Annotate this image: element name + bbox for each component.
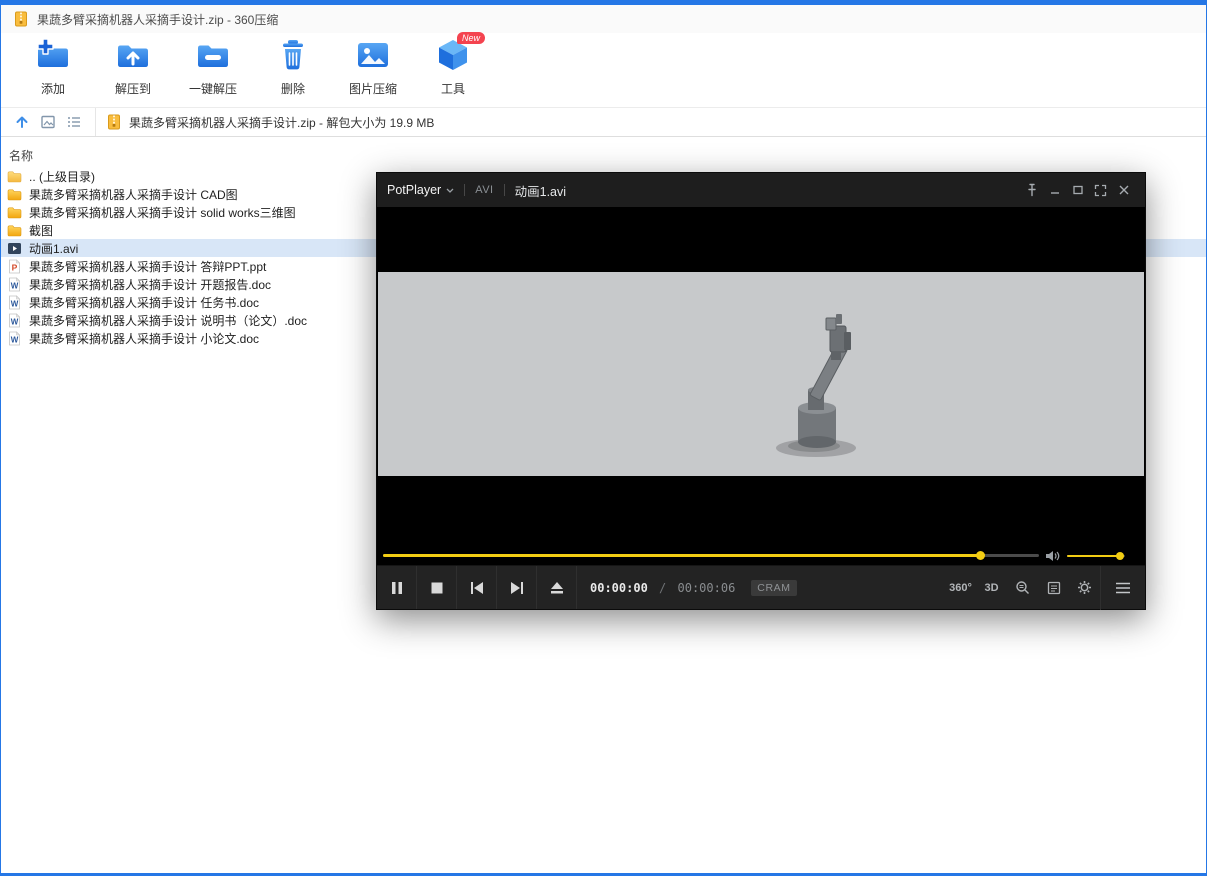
scene-search-icon[interactable] [1007, 566, 1038, 609]
folder-icon [7, 205, 22, 220]
extract-to-icon [115, 38, 151, 77]
pause-button[interactable] [377, 566, 417, 609]
avi-file-icon [7, 241, 22, 256]
image-compress-icon [355, 38, 391, 77]
vr-360-button[interactable]: 360° [945, 566, 976, 609]
list-view-button[interactable] [61, 110, 87, 134]
add-button[interactable]: 添加 [13, 33, 93, 97]
archive-path-text: 果蔬多臂采摘机器人采摘手设计.zip - 解包大小为 19.9 MB [129, 115, 435, 130]
video-frame [378, 272, 1144, 476]
thumbnail-view-button[interactable] [35, 110, 61, 134]
tool-label: 图片压缩 [348, 82, 397, 96]
player-titlebar[interactable]: PotPlayer AVI 动画1.avi [377, 173, 1145, 207]
tool-label: 一键解压 [188, 82, 237, 96]
app-window: 果蔬多臂采摘机器人采摘手设计.zip - 360压缩 添加 解压到 一键解压 删… [0, 0, 1207, 876]
potplayer-menu-button[interactable]: PotPlayer [387, 183, 454, 197]
svg-text:P: P [12, 262, 18, 272]
minimize-icon[interactable] [1043, 179, 1066, 202]
settings-gear-icon[interactable] [1069, 566, 1100, 609]
file-name: 果蔬多臂采摘机器人采摘手设计 说明书（论文）.doc [29, 313, 308, 328]
file-name: 动画1.avi [29, 241, 79, 256]
one-click-extract-icon [195, 38, 231, 77]
seek-row [377, 532, 1145, 565]
media-title: 动画1.avi [514, 184, 567, 199]
tool-label: 添加 [40, 82, 65, 96]
volume-bar[interactable] [1067, 551, 1125, 560]
robot-arm-model [776, 314, 856, 457]
delete-button[interactable]: 删除 [253, 33, 333, 97]
titlebar-divider [503, 184, 505, 196]
format-badge: AVI [475, 184, 494, 196]
video-area[interactable] [377, 207, 1145, 531]
seek-bar[interactable] [383, 551, 1039, 560]
always-on-top-pin-icon[interactable] [1020, 179, 1043, 202]
potplayer-window: PotPlayer AVI 动画1.avi 00:00:00 / 00:00:0… [376, 172, 1146, 610]
column-header-name[interactable]: 名称 [1, 145, 1206, 165]
hamburger-menu-icon[interactable] [1101, 566, 1145, 609]
svg-text:W: W [11, 317, 19, 326]
close-icon[interactable] [1112, 179, 1135, 202]
up-level-button[interactable] [9, 110, 35, 134]
file-name: 果蔬多臂采摘机器人采摘手设计 小论文.doc [29, 331, 260, 346]
main-toolbar: 添加 解压到 一键解压 删除 图片压缩 New 工具 [1, 32, 1206, 107]
playlist-icon[interactable] [1038, 566, 1069, 609]
player-window-buttons [1020, 179, 1135, 202]
doc-file-icon: W [7, 312, 22, 328]
time-current: 00:00:00 [590, 580, 648, 595]
player-right-controls: 360° 3D [945, 565, 1145, 610]
tool-label: 删除 [280, 82, 305, 96]
titlebar-divider [464, 184, 466, 196]
ppt-file-icon: P [7, 258, 22, 274]
volume-knob[interactable] [1116, 551, 1125, 560]
next-button[interactable] [497, 566, 537, 609]
doc-file-icon: W [7, 276, 22, 292]
add-folder-icon [35, 38, 71, 77]
player-controls: 00:00:00 / 00:00:06 CRAM 360° 3D [377, 565, 1145, 610]
file-name: .. (上级目录) [29, 169, 95, 184]
window-title: 果蔬多臂采摘机器人采摘手设计.zip - 360压缩 [37, 12, 279, 27]
codec-badge: CRAM [751, 579, 797, 596]
one-click-extract-button[interactable]: 一键解压 [173, 33, 253, 97]
maximize-icon[interactable] [1066, 179, 1089, 202]
doc-file-icon: W [7, 330, 22, 346]
playback-time: 00:00:00 / 00:00:06 [590, 581, 735, 595]
image-compress-button[interactable]: 图片压缩 [333, 33, 413, 97]
3d-button[interactable]: 3D [976, 566, 1007, 609]
tool-label: 工具 [440, 82, 465, 96]
file-name: 果蔬多臂采摘机器人采摘手设计 CAD图 [29, 187, 238, 202]
time-separator: / [659, 580, 667, 595]
extract-to-button[interactable]: 解压到 [93, 33, 173, 97]
address-bar: 果蔬多臂采摘机器人采摘手设计.zip - 解包大小为 19.9 MB [1, 107, 1206, 137]
stop-button[interactable] [417, 566, 457, 609]
fullscreen-icon[interactable] [1089, 179, 1112, 202]
app-titlebar[interactable]: 果蔬多臂采摘机器人采摘手设计.zip - 360压缩 [1, 5, 1206, 33]
folder-icon [7, 223, 22, 238]
svg-text:W: W [11, 281, 19, 290]
eject-button[interactable] [537, 566, 577, 609]
seek-bar-filled [383, 554, 980, 557]
chevron-down-icon [446, 188, 454, 193]
folder-up-icon [7, 169, 22, 184]
svg-text:W: W [11, 299, 19, 308]
folder-icon [7, 187, 22, 202]
file-name: 果蔬多臂采摘机器人采摘手设计 开题报告.doc [29, 277, 272, 292]
time-total: 00:00:06 [677, 580, 736, 595]
archive-path[interactable]: 果蔬多臂采摘机器人采摘手设计.zip - 解包大小为 19.9 MB [95, 108, 1198, 136]
seek-bar-knob[interactable] [975, 551, 985, 560]
file-name: 果蔬多臂采摘机器人采摘手设计 任务书.doc [29, 295, 260, 310]
volume-filled [1067, 554, 1121, 557]
file-name: 果蔬多臂采摘机器人采摘手设计 solid works三维图 [29, 205, 296, 220]
player-app-name: PotPlayer [387, 183, 442, 197]
file-name: 截图 [29, 223, 54, 238]
zip-file-icon [106, 114, 122, 130]
new-badge: New [456, 32, 485, 44]
zip-file-icon [13, 11, 29, 27]
doc-file-icon: W [7, 294, 22, 310]
svg-text:W: W [11, 335, 19, 344]
tools-button[interactable]: New 工具 [413, 32, 493, 97]
previous-button[interactable] [457, 566, 497, 609]
trash-icon [275, 38, 311, 77]
file-name: 果蔬多臂采摘机器人采摘手设计 答辩PPT.ppt [29, 259, 267, 274]
tool-label: 解压到 [114, 82, 151, 96]
